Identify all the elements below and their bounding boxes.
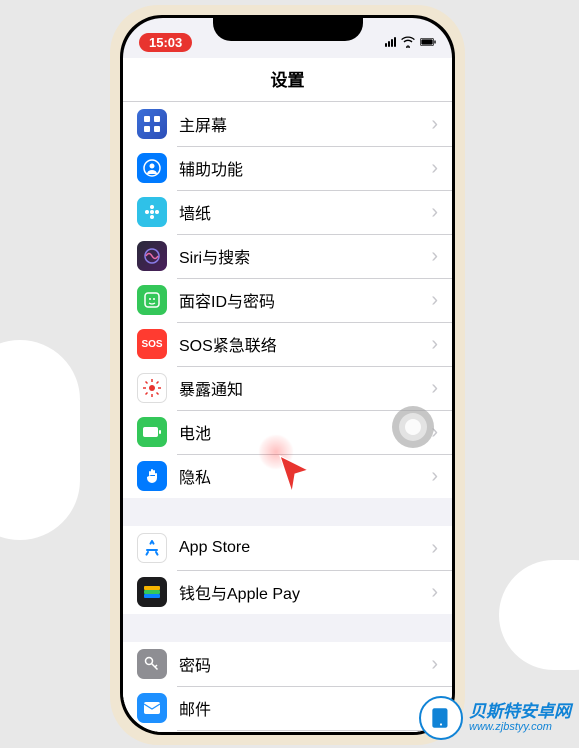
signal-icon (385, 37, 396, 47)
row-exposure-notifications[interactable]: 暴露通知› (123, 366, 452, 410)
wifi-icon (400, 36, 416, 48)
row-app-store[interactable]: App Store› (123, 526, 452, 570)
cursor-arrow-icon (278, 454, 312, 494)
group-spacer (123, 614, 452, 642)
chevron-right-icon: › (431, 333, 438, 356)
row-faceid-passcode[interactable]: 面容ID与密码› (123, 278, 452, 322)
chevron-right-icon: › (431, 465, 438, 488)
row-label: 暴露通知 (179, 376, 431, 400)
row-label: 邮件 (179, 696, 431, 720)
row-siri-search[interactable]: Siri与搜索› (123, 234, 452, 278)
watermark-url: www.zjbstyy.com (469, 721, 571, 733)
chevron-right-icon: › (431, 157, 438, 180)
chevron-right-icon: › (431, 653, 438, 676)
row-label: App Store (179, 539, 431, 557)
faceid-passcode-icon (137, 285, 167, 315)
status-time-recording[interactable]: 15:03 (139, 33, 192, 52)
siri-search-icon (137, 241, 167, 271)
emergency-sos-icon: SOS (137, 329, 167, 359)
passwords-icon (137, 649, 167, 679)
chevron-right-icon: › (431, 245, 438, 268)
phone-bezel: 15:03 设置 主屏幕›辅助功能›墙纸›Siri与搜索›面容ID与密码›SOS… (120, 15, 455, 735)
row-label: SOS紧急联络 (179, 332, 431, 356)
row-home-screen[interactable]: 主屏幕› (123, 102, 452, 146)
background-shape-right (499, 560, 579, 670)
page-title: 设置 (123, 58, 452, 102)
chevron-right-icon: › (431, 537, 438, 560)
watermark-title: 贝斯特安卓网 (469, 703, 571, 722)
notch (213, 15, 363, 41)
row-label: 辅助功能 (179, 156, 431, 180)
accessibility-icon (137, 153, 167, 183)
phone-frame: 15:03 设置 主屏幕›辅助功能›墙纸›Siri与搜索›面容ID与密码›SOS… (110, 5, 465, 745)
row-emergency-sos[interactable]: SOS SOS紧急联络› (123, 322, 452, 366)
settings-group: App Store›钱包与Apple Pay› (123, 526, 452, 614)
exposure-notifications-icon (137, 373, 167, 403)
mail-icon (137, 693, 167, 723)
background-shape-left (0, 340, 80, 540)
row-contacts[interactable]: 通讯录› (123, 730, 452, 732)
battery-icon (137, 417, 167, 447)
chevron-right-icon: › (431, 581, 438, 604)
row-label: 墙纸 (179, 200, 431, 224)
row-label: 密码 (179, 652, 431, 676)
row-wallet-applepay[interactable]: 钱包与Apple Pay› (123, 570, 452, 614)
row-label: 主屏幕 (179, 112, 431, 136)
wallet-applepay-icon (137, 577, 167, 607)
row-mail[interactable]: 邮件› (123, 686, 452, 730)
row-label: 面容ID与密码 (179, 288, 431, 312)
chevron-right-icon: › (431, 201, 438, 224)
privacy-icon (137, 461, 167, 491)
row-accessibility[interactable]: 辅助功能› (123, 146, 452, 190)
row-label: Siri与搜索 (179, 244, 431, 268)
group-spacer (123, 498, 452, 526)
chevron-right-icon: › (431, 113, 438, 136)
row-wallpaper[interactable]: 墙纸› (123, 190, 452, 234)
row-passwords[interactable]: 密码› (123, 642, 452, 686)
watermark-logo-icon (419, 696, 463, 740)
settings-group: 密码›邮件›通讯录› (123, 642, 452, 732)
battery-icon (420, 36, 436, 48)
wallpaper-icon (137, 197, 167, 227)
app-store-icon (137, 533, 167, 563)
chevron-right-icon: › (431, 289, 438, 312)
chevron-right-icon: › (431, 377, 438, 400)
home-screen-icon (137, 109, 167, 139)
row-label: 钱包与Apple Pay (179, 580, 431, 604)
status-icons (385, 36, 436, 48)
assistive-touch-button[interactable] (392, 406, 434, 448)
watermark: 贝斯特安卓网 www.zjbstyy.com (419, 696, 571, 740)
screen: 15:03 设置 主屏幕›辅助功能›墙纸›Siri与搜索›面容ID与密码›SOS… (123, 18, 452, 732)
